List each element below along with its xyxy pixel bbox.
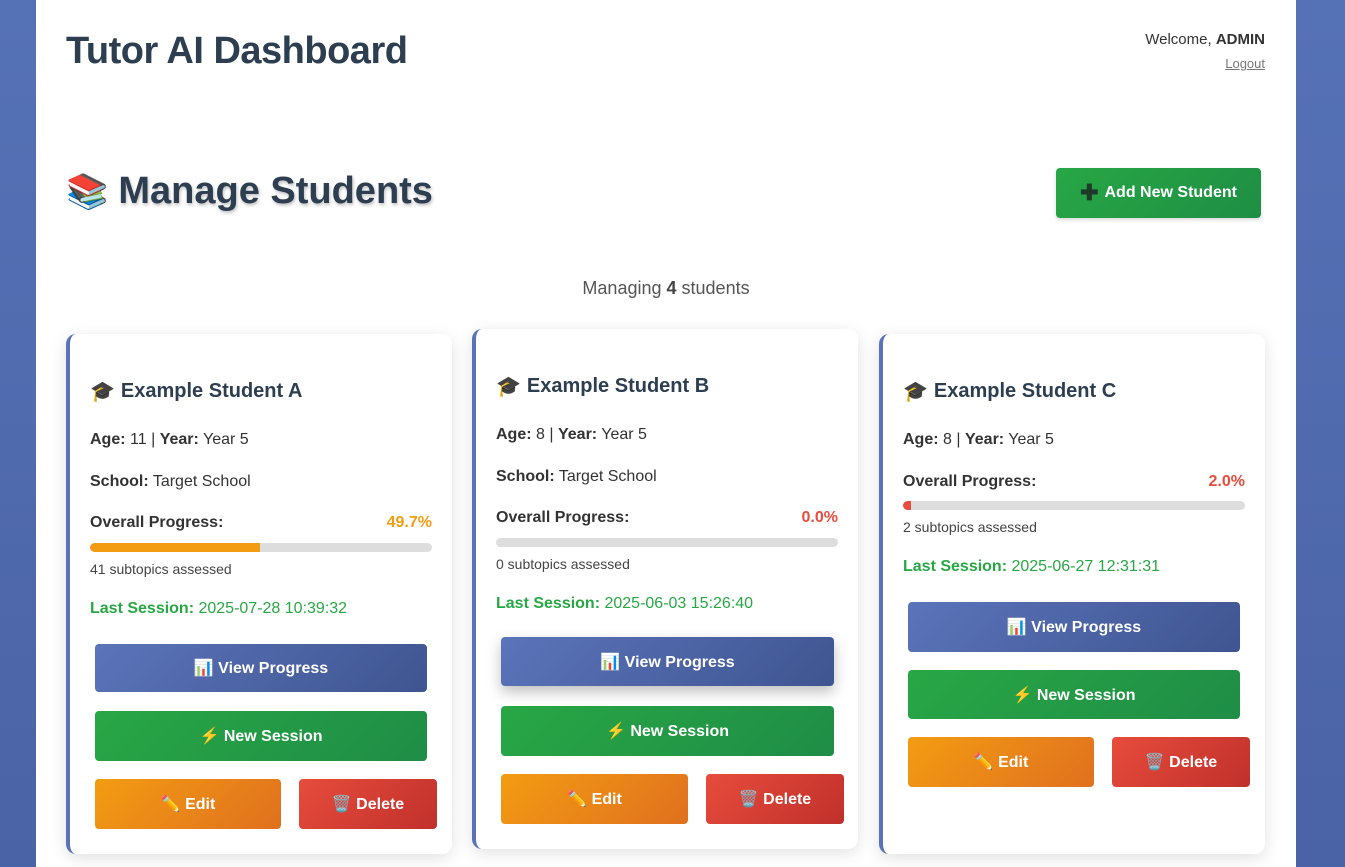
student-name: Example Student A xyxy=(120,380,303,402)
age-value: 8 xyxy=(536,426,545,443)
summary-suffix: students xyxy=(681,278,750,298)
section-title: Manage Students xyxy=(118,170,433,212)
student-card: 🎓 Example Student B Age: 8 | Year: Year … xyxy=(472,329,858,849)
new-session-button[interactable]: ⚡ New Session xyxy=(95,711,427,761)
student-count-summary: Managing 4 students xyxy=(36,278,1296,299)
add-new-student-button[interactable]: ✚ Add New Student xyxy=(1056,168,1261,218)
student-card: 🎓 Example Student C Age: 8 | Year: Year … xyxy=(879,334,1265,854)
summary-prefix: Managing xyxy=(582,278,662,298)
view-progress-button[interactable]: 📊 View Progress xyxy=(908,602,1240,652)
school-line: School: Target School xyxy=(90,473,251,491)
logout-link[interactable]: Logout xyxy=(1225,56,1265,71)
progress-label: Overall Progress: xyxy=(496,509,630,526)
year-value: Year 5 xyxy=(202,431,249,448)
progress-label: Overall Progress: xyxy=(90,514,224,531)
progress-label: Overall Progress: xyxy=(903,473,1037,490)
subtopics-assessed: 0 subtopics assessed xyxy=(496,556,630,572)
last-session-line: Last Session: 2025-07-28 10:39:32 xyxy=(90,600,347,618)
welcome-text: Welcome, ADMIN xyxy=(1145,31,1265,48)
last-session-label: Last Session: xyxy=(903,558,1008,575)
last-session-label: Last Session: xyxy=(496,595,601,612)
age-label: Age: xyxy=(903,431,939,448)
last-session-label: Last Session: xyxy=(90,600,195,617)
subtopics-assessed: 2 subtopics assessed xyxy=(903,519,1037,535)
age-value: 11 xyxy=(130,431,147,448)
new-session-button[interactable]: ⚡ New Session xyxy=(501,706,834,756)
student-name: Example Student B xyxy=(526,375,710,397)
delete-button[interactable]: 🗑️ Delete xyxy=(1112,737,1250,787)
edit-button[interactable]: ✏️ Edit xyxy=(95,779,281,829)
school-line: School: Target School xyxy=(496,468,657,486)
last-session-value: 2025-06-03 15:26:40 xyxy=(604,595,754,612)
page: Tutor AI Dashboard Welcome, ADMIN Logout… xyxy=(36,0,1296,867)
add-new-student-label: Add New Student xyxy=(1104,184,1237,201)
year-label: Year: xyxy=(159,431,199,448)
age-label: Age: xyxy=(496,426,532,443)
student-name: Example Student C xyxy=(933,380,1117,402)
progress-percent: 2.0% xyxy=(1208,473,1245,490)
progress-bar xyxy=(903,501,1245,510)
edit-button[interactable]: ✏️ Edit xyxy=(908,737,1094,787)
school-value: Target School xyxy=(558,468,657,485)
username: ADMIN xyxy=(1215,31,1265,48)
last-session-value: 2025-06-27 12:31:31 xyxy=(1011,558,1161,575)
separator: | xyxy=(151,431,156,448)
progress-bar xyxy=(90,543,432,552)
progress-bar-fill xyxy=(903,501,911,510)
year-label: Year: xyxy=(964,431,1005,448)
student-card: 🎓 Example Student A Age: 11 | Year: Year… xyxy=(66,334,452,854)
progress-percent: 0.0% xyxy=(801,509,838,526)
plus-icon: ✚ xyxy=(1080,180,1099,205)
progress-bar xyxy=(496,538,838,547)
books-icon: 📚 xyxy=(66,172,109,211)
school-label: School: xyxy=(90,473,149,490)
age-value: 8 xyxy=(943,431,952,448)
progress-row: Overall Progress: 49.7% xyxy=(90,514,432,532)
welcome-prefix: Welcome, xyxy=(1145,31,1212,48)
progress-bar-fill xyxy=(90,543,260,552)
delete-button[interactable]: 🗑️ Delete xyxy=(706,774,844,824)
student-name-heading: 🎓 Example Student C xyxy=(903,379,1116,404)
student-name-heading: 🎓 Example Student B xyxy=(496,374,709,399)
user-box: Welcome, ADMIN Logout xyxy=(1145,31,1265,73)
edit-button[interactable]: ✏️ Edit xyxy=(501,774,688,824)
student-name-heading: 🎓 Example Student A xyxy=(90,379,302,404)
year-value: Year 5 xyxy=(601,426,647,443)
graduation-cap-icon: 🎓 xyxy=(90,381,115,403)
view-progress-button[interactable]: 📊 View Progress xyxy=(95,644,427,692)
view-progress-button[interactable]: 📊 View Progress xyxy=(501,637,834,686)
student-count: 4 xyxy=(666,278,677,298)
last-session-line: Last Session: 2025-06-27 12:31:31 xyxy=(903,558,1160,576)
age-label: Age: xyxy=(90,431,126,448)
year-label: Year: xyxy=(557,426,598,443)
age-year-line: Age: 8 | Year: Year 5 xyxy=(903,431,1054,449)
last-session-line: Last Session: 2025-06-03 15:26:40 xyxy=(496,595,753,613)
progress-row: Overall Progress: 2.0% xyxy=(903,473,1245,491)
app-title: Tutor AI Dashboard xyxy=(66,30,408,72)
school-label: School: xyxy=(496,468,555,485)
section-header: 📚 Manage Students xyxy=(66,170,433,213)
last-session-value: 2025-07-28 10:39:32 xyxy=(198,600,348,617)
age-year-line: Age: 11 | Year: Year 5 xyxy=(90,431,249,449)
subtopics-assessed: 41 subtopics assessed xyxy=(90,561,232,577)
age-year-line: Age: 8 | Year: Year 5 xyxy=(496,426,647,444)
separator: | xyxy=(549,426,554,443)
graduation-cap-icon: 🎓 xyxy=(903,381,928,403)
new-session-button[interactable]: ⚡ New Session xyxy=(908,670,1240,719)
school-value: Target School xyxy=(152,473,251,490)
separator: | xyxy=(956,431,961,448)
delete-button[interactable]: 🗑️ Delete xyxy=(299,779,437,829)
progress-row: Overall Progress: 0.0% xyxy=(496,509,838,527)
graduation-cap-icon: 🎓 xyxy=(496,376,521,398)
progress-percent: 49.7% xyxy=(386,514,432,531)
year-value: Year 5 xyxy=(1008,431,1054,448)
